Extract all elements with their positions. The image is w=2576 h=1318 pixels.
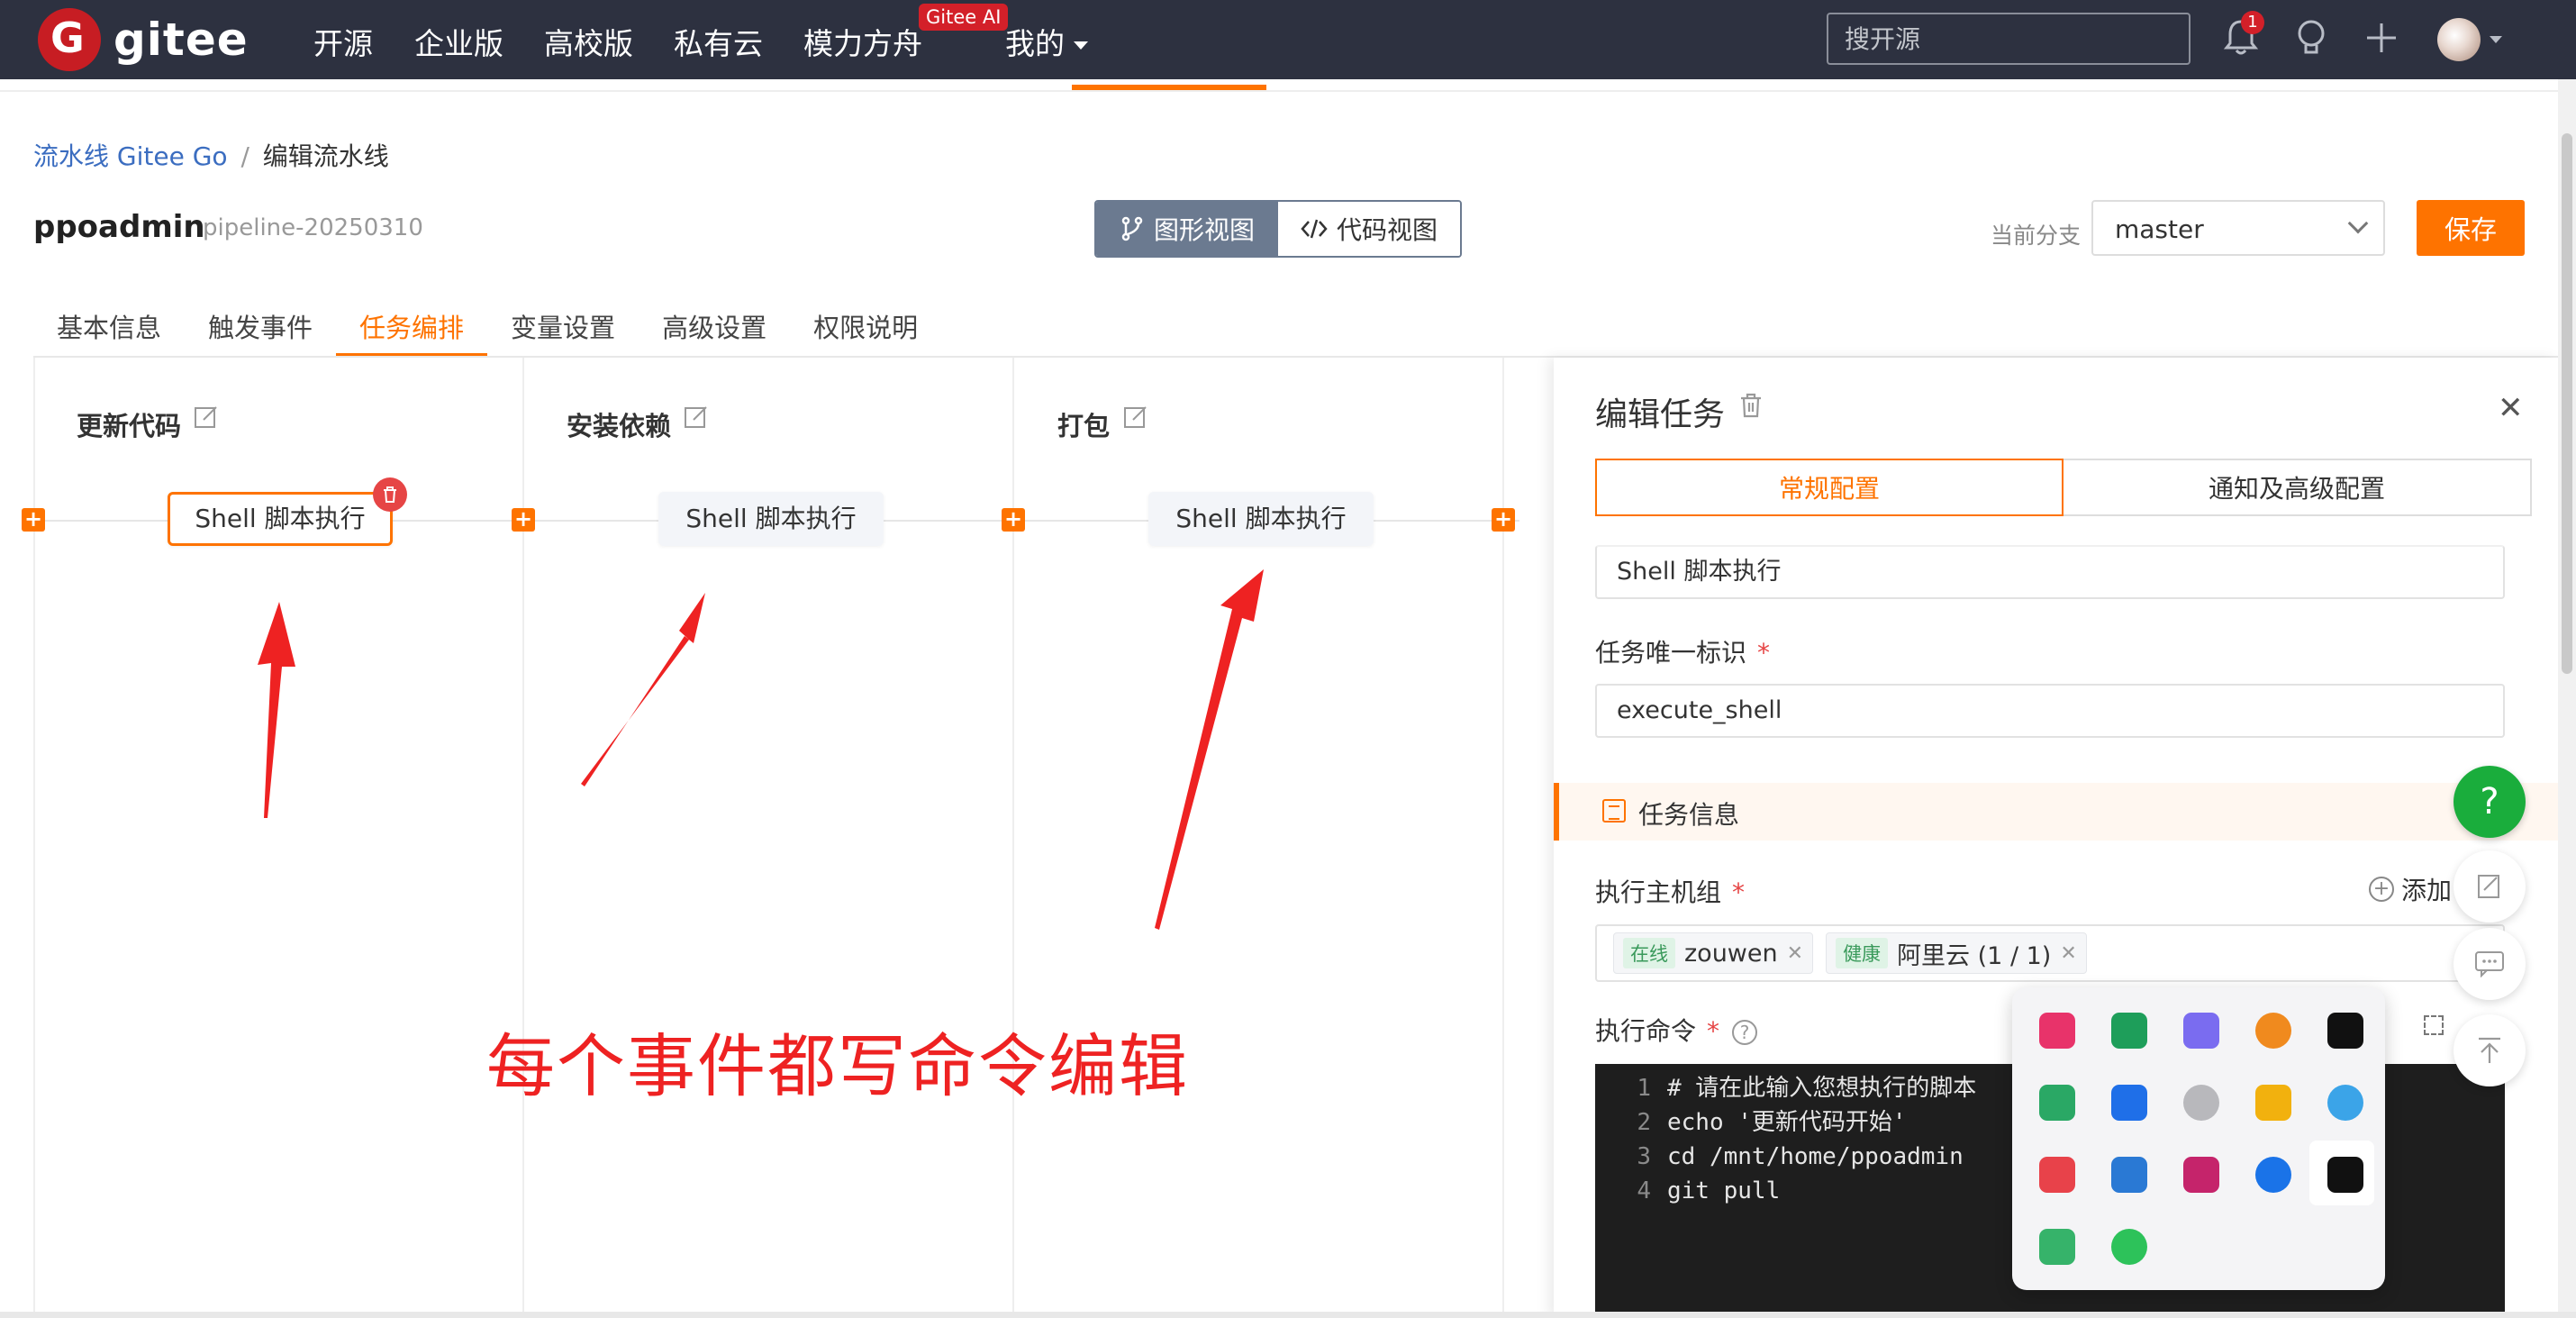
- jetbrains-icon[interactable]: [2183, 1157, 2219, 1193]
- required-mark: *: [1757, 638, 1771, 668]
- tiktok-icon[interactable]: [2327, 1013, 2363, 1049]
- chat-float-button[interactable]: [2454, 928, 2526, 1000]
- plus-circle-icon: +: [2369, 877, 2394, 902]
- tray-app-icon[interactable]: [2111, 1157, 2147, 1193]
- task-id-input[interactable]: execute_shell: [1595, 684, 2505, 738]
- bottom-edge: [0, 1312, 2576, 1318]
- task-name-input[interactable]: Shell 脚本执行: [1595, 545, 2505, 599]
- host-group-select[interactable]: 在线 zouwen ✕ 健康 阿里云 (1 / 1) ✕: [1595, 924, 2505, 982]
- lightbulb-icon[interactable]: [2293, 18, 2329, 67]
- chat-icon: [2475, 951, 2504, 978]
- code-text: cd /mnt/home/ppoadmin: [1667, 1143, 1964, 1170]
- tray-app-icon[interactable]: [2255, 1013, 2291, 1049]
- tray-app-icon[interactable]: [2327, 1157, 2363, 1193]
- host-status-badge: 在线: [1623, 938, 1675, 968]
- annotation-arrow: [258, 602, 295, 818]
- code-text: echo '更新代码开始': [1667, 1109, 1907, 1136]
- branch-value: master: [2115, 214, 2204, 244]
- plus-icon[interactable]: [2363, 18, 2399, 67]
- avatar-caret-icon[interactable]: [2490, 36, 2502, 43]
- close-icon[interactable]: ✕: [2498, 390, 2524, 426]
- host-name: 阿里云 (1 / 1): [1897, 941, 2052, 970]
- chevron-down-icon: [2347, 213, 2369, 234]
- remove-tag-icon[interactable]: ✕: [1787, 942, 1803, 965]
- tray-app-icon[interactable]: [2039, 1229, 2075, 1265]
- tray-app-icon[interactable]: [2039, 1013, 2075, 1049]
- task-id-label: 任务唯一标识 *: [1595, 633, 1770, 669]
- wechat-icon[interactable]: [2111, 1229, 2147, 1265]
- host-group-label: 执行主机组 *: [1595, 873, 1745, 909]
- task-info-section: 任务信息: [1554, 783, 2558, 841]
- host-status-badge: 健康: [1836, 938, 1889, 968]
- arrow-up-icon: [2479, 1037, 2500, 1063]
- system-tray-popup: [2012, 987, 2385, 1290]
- add-host-group-label: 添加: [2401, 876, 2453, 905]
- tab-general-config[interactable]: 常规配置: [1595, 459, 2064, 516]
- branch-select[interactable]: master: [2091, 200, 2385, 256]
- code-text: # 请在此输入您想执行的脚本: [1667, 1075, 1977, 1102]
- notification-count-badge: 1: [2241, 11, 2264, 34]
- scrollbar-thumb[interactable]: [2562, 133, 2572, 674]
- tab-notify-advanced-config[interactable]: 通知及高级配置: [2064, 459, 2532, 516]
- drawer-title: 编辑任务: [1595, 396, 1726, 433]
- help-icon[interactable]: ?: [1732, 1020, 1758, 1045]
- tray-app-icon[interactable]: [2111, 1013, 2147, 1049]
- annotation-arrow: [1155, 569, 1264, 930]
- annotation-text: 每个事件都写命令编辑: [486, 1026, 1189, 1106]
- help-float-button[interactable]: ?: [2454, 766, 2526, 838]
- host-group-label-text: 执行主机组: [1595, 877, 1722, 907]
- drawer-tabs: 常规配置 通知及高级配置: [1595, 459, 2532, 516]
- search-input[interactable]: [1827, 13, 2191, 65]
- tray-app-icon[interactable]: [2183, 1085, 2219, 1121]
- back-to-top-button[interactable]: [2454, 1014, 2526, 1086]
- required-mark: *: [1732, 877, 1746, 907]
- page-scrollbar[interactable]: [2558, 79, 2576, 1318]
- annotation-arrow: [581, 593, 705, 786]
- remove-tag-icon[interactable]: ✕: [2060, 942, 2076, 965]
- required-mark: *: [1707, 1016, 1720, 1046]
- task-info-icon: [1602, 799, 1626, 823]
- host-tag: 健康 阿里云 (1 / 1) ✕: [1826, 932, 2087, 974]
- branch-label: 当前分支: [1991, 223, 2082, 249]
- tray-app-icon[interactable]: [2183, 1013, 2219, 1049]
- command-label: 执行命令 *?: [1595, 1012, 1758, 1048]
- host-tag: 在线 zouwen ✕: [1613, 932, 1814, 974]
- user-avatar[interactable]: [2437, 18, 2481, 61]
- tray-app-icon[interactable]: [2039, 1157, 2075, 1193]
- tray-app-icon[interactable]: [2111, 1085, 2147, 1121]
- add-host-group-button[interactable]: + 添加: [2369, 871, 2452, 907]
- code-text: git pull: [1667, 1177, 1781, 1204]
- bluetooth-icon[interactable]: [2255, 1157, 2291, 1193]
- task-id-label-text: 任务唯一标识: [1595, 638, 1747, 668]
- feedback-float-button[interactable]: [2454, 850, 2526, 923]
- baidu-netdisk-icon[interactable]: [2327, 1085, 2363, 1121]
- command-label-text: 执行命令: [1595, 1016, 1697, 1046]
- trash-icon[interactable]: [1738, 392, 1764, 419]
- fullscreen-icon[interactable]: [2424, 1015, 2444, 1035]
- edit-note-icon: [2478, 875, 2499, 898]
- tray-app-icon[interactable]: [2039, 1085, 2075, 1121]
- annotation-arrows: [258, 569, 1264, 930]
- tray-app-icon[interactable]: [2255, 1085, 2291, 1121]
- save-button[interactable]: 保存: [2417, 200, 2525, 256]
- host-name: zouwen: [1684, 939, 1778, 968]
- task-info-title: 任务信息: [1638, 800, 1740, 830]
